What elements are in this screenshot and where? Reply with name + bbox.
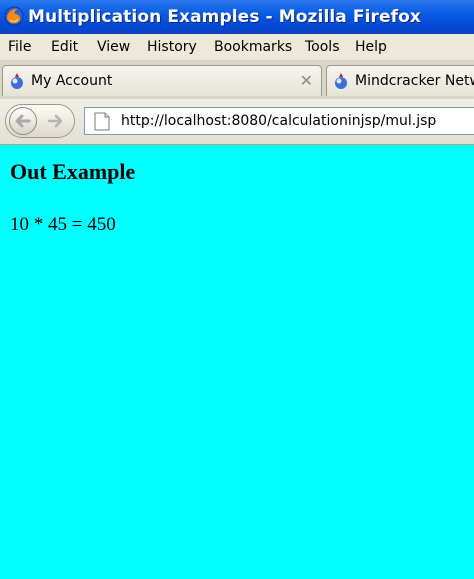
navigation-toolbar: http://localhost:8080/calculationinjsp/m… [0, 99, 474, 145]
page-favicon-icon [11, 73, 23, 89]
menu-history[interactable]: History [147, 39, 197, 55]
menu-edit[interactable]: Edit [51, 39, 78, 55]
address-bar[interactable]: http://localhost:8080/calculationinjsp/m… [84, 107, 474, 135]
firefox-icon [4, 6, 24, 26]
tab-my-account[interactable]: My Account ✕ [2, 65, 322, 96]
menu-help[interactable]: Help [355, 39, 387, 55]
tab-label: Mindcracker Netwo [355, 73, 474, 89]
menu-bookmarks[interactable]: Bookmarks [214, 39, 292, 55]
back-forward-group [5, 104, 75, 138]
page-favicon-icon [335, 73, 347, 89]
tab-label: My Account [31, 73, 113, 89]
multiplication-result: 10 * 45 = 450 [10, 214, 116, 235]
page-content: Out Example 10 * 45 = 450 [0, 146, 474, 579]
menu-view[interactable]: View [97, 39, 130, 55]
page-heading: Out Example [10, 159, 136, 184]
window-titlebar[interactable]: Multiplication Examples - Mozilla Firefo… [0, 0, 474, 34]
tab-mindcracker[interactable]: Mindcracker Netwo [326, 65, 474, 96]
url-text[interactable]: http://localhost:8080/calculationinjsp/m… [121, 113, 436, 129]
tab-bar: My Account ✕ Mindcracker Netwo [0, 61, 474, 99]
forward-button[interactable] [44, 110, 68, 132]
window-title: Multiplication Examples - Mozilla Firefo… [28, 7, 421, 27]
page-icon [94, 112, 110, 131]
menu-file[interactable]: File [8, 39, 31, 55]
back-button[interactable] [8, 106, 38, 136]
menu-bar: File Edit View History Bookmarks Tools H… [0, 34, 474, 61]
close-icon[interactable]: ✕ [300, 71, 313, 91]
menu-tools[interactable]: Tools [305, 39, 340, 55]
